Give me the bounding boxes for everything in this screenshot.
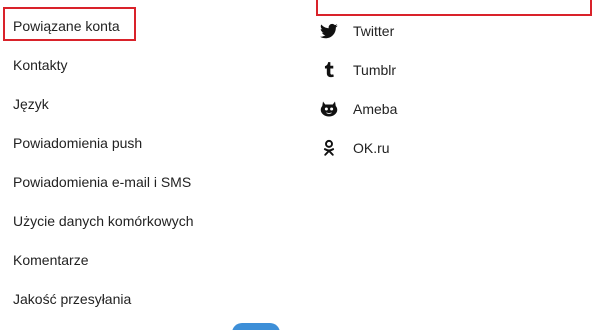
ameba-icon [320,101,338,117]
odnoklassniki-icon [323,139,335,156]
twitter-icon [320,23,338,39]
account-row-twitter[interactable]: Twitter [320,20,580,42]
account-row-ameba[interactable]: Ameba [320,98,580,120]
linked-accounts-list: Twitter Tumblr Ameba OK.ru [300,0,600,330]
menu-item-comments[interactable]: Komentarze [13,250,88,270]
account-label: Ameba [353,101,398,117]
settings-menu: Powiązane konta Kontakty Język Powiadomi… [0,0,300,330]
account-row-okru[interactable]: OK.ru [320,137,580,159]
account-label: OK.ru [353,140,390,156]
settings-screen: Powiązane konta Kontakty Język Powiadomi… [0,0,600,330]
menu-item-contacts[interactable]: Kontakty [13,55,67,75]
menu-item-upload-quality[interactable]: Jakość przesyłania [13,289,131,309]
menu-item-linked-accounts[interactable]: Powiązane konta [13,16,120,36]
menu-item-language[interactable]: Język [13,94,49,114]
menu-item-email-sms-notifications[interactable]: Powiadomienia e-mail i SMS [13,172,191,192]
floating-action-button[interactable] [232,323,280,330]
menu-item-cellular-data-use[interactable]: Użycie danych komórkowych [13,211,194,231]
account-label: Twitter [353,23,395,39]
tumblr-icon [324,62,334,78]
account-row-tumblr[interactable]: Tumblr [320,59,580,81]
menu-item-push-notifications[interactable]: Powiadomienia push [13,133,142,153]
account-label: Tumblr [353,62,397,78]
